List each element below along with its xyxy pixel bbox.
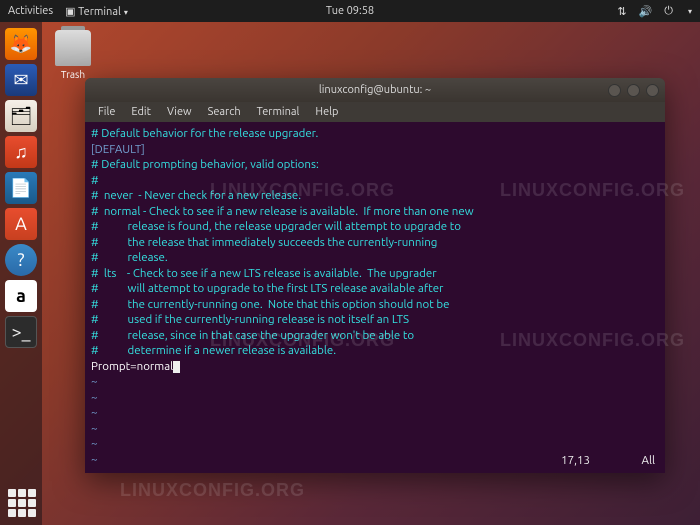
editor-line: # release, since in that case the upgrad… — [91, 328, 659, 344]
software-icon[interactable]: A — [5, 208, 37, 240]
terminal-content[interactable]: # Default behavior for the release upgra… — [85, 122, 665, 473]
app-menu[interactable]: ▣ Terminal▾ — [65, 5, 128, 18]
launcher-dock: 🦊 ✉ 🗂 ♫ 📄 A ? a >_ — [0, 22, 42, 525]
clock[interactable]: Tue 09:58 — [326, 5, 374, 17]
editor-line: [DEFAULT] — [91, 142, 659, 158]
editor-line: # release. — [91, 250, 659, 266]
menu-search[interactable]: Search — [201, 104, 248, 120]
editor-line: # Default prompting behavior, valid opti… — [91, 157, 659, 173]
power-icon[interactable]: ⏻ — [664, 5, 673, 18]
editor-line: # Default behavior for the release upgra… — [91, 126, 659, 142]
thunderbird-icon[interactable]: ✉ — [5, 64, 37, 96]
editor-line: # normal - Check to see if a new release… — [91, 204, 659, 220]
top-panel: Activities ▣ Terminal▾ Tue 09:58 ⇅ 🔊 ⏻ ▾ — [0, 0, 700, 22]
terminal-launcher-icon[interactable]: >_ — [5, 316, 37, 348]
editor-line: # used if the currently-running release … — [91, 312, 659, 328]
firefox-icon[interactable]: 🦊 — [5, 28, 37, 60]
amazon-icon[interactable]: a — [5, 280, 37, 312]
editor-line: # never - Never check for a new release. — [91, 188, 659, 204]
editor-line: # release is found, the release upgrader… — [91, 219, 659, 235]
config-key: Prompt — [91, 360, 130, 373]
window-title: linuxconfig@ubuntu: ~ — [319, 84, 431, 96]
maximize-button[interactable] — [627, 84, 640, 97]
vim-statusline: 17,13 All — [561, 453, 655, 469]
watermark: LINUXCONFIG.ORG — [120, 480, 305, 501]
menu-edit[interactable]: Edit — [124, 104, 158, 120]
editor-line: # will attempt to upgrade to the first L… — [91, 281, 659, 297]
chevron-down-icon: ▾ — [124, 8, 128, 17]
close-button[interactable] — [646, 84, 659, 97]
menu-file[interactable]: File — [91, 104, 122, 120]
editor-line: # determine if a newer release is availa… — [91, 343, 659, 359]
editor-line: # lts - Check to see if a new LTS releas… — [91, 266, 659, 282]
writer-icon[interactable]: 📄 — [5, 172, 37, 204]
help-icon[interactable]: ? — [5, 244, 37, 276]
files-icon[interactable]: 🗂 — [5, 100, 37, 132]
window-titlebar[interactable]: linuxconfig@ubuntu: ~ — [85, 78, 665, 102]
text-cursor — [173, 361, 180, 373]
rhythmbox-icon[interactable]: ♫ — [5, 136, 37, 168]
menu-terminal[interactable]: Terminal — [250, 104, 307, 120]
terminal-menubar: File Edit View Search Terminal Help — [85, 102, 665, 122]
editor-line: # the currently-running one. Note that t… — [91, 297, 659, 313]
trash-desktop-icon[interactable]: Trash — [55, 30, 91, 80]
terminal-window: linuxconfig@ubuntu: ~ File Edit View Sea… — [85, 78, 665, 473]
network-icon[interactable]: ⇅ — [617, 5, 626, 18]
config-value: normal — [137, 360, 174, 373]
terminal-icon: ▣ — [65, 6, 75, 18]
trash-icon — [55, 30, 91, 66]
menu-help[interactable]: Help — [308, 104, 345, 120]
menu-view[interactable]: View — [160, 104, 199, 120]
minimize-button[interactable] — [608, 84, 621, 97]
sound-icon[interactable]: 🔊 — [639, 5, 653, 18]
show-applications-button[interactable] — [8, 489, 36, 517]
editor-line: # — [91, 173, 659, 189]
chevron-down-icon: ▾ — [688, 7, 692, 16]
activities-button[interactable]: Activities — [8, 5, 53, 17]
editor-line: # the release that immediately succeeds … — [91, 235, 659, 251]
